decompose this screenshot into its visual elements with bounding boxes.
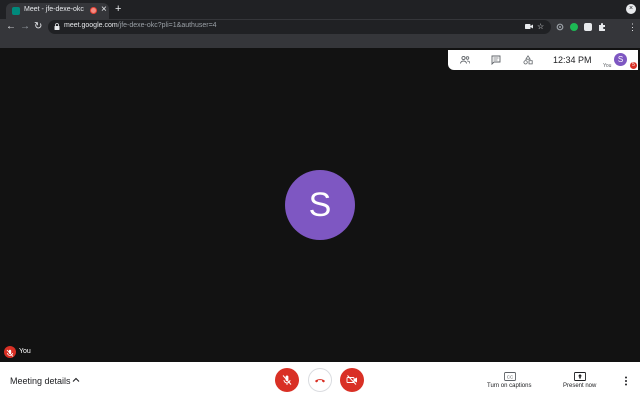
extension-settings-icon[interactable] (556, 23, 564, 31)
meeting-top-bar: 12:34 PM You S 5 (448, 50, 638, 70)
tab-title: Meet - jfe-dexe-okc (24, 6, 84, 13)
meeting-stage: S 12:34 PM You S 5 You (0, 48, 640, 362)
camera-in-use-icon[interactable] (525, 23, 533, 30)
forward-button[interactable]: → (20, 20, 30, 34)
reload-button[interactable]: ↻ (34, 20, 42, 34)
mic-toggle-button[interactable] (275, 368, 299, 392)
new-tab-button[interactable]: + (115, 3, 121, 15)
mic-off-icon (6, 349, 14, 357)
browser-toolbar: ← → ↻ meet.google.com/jfe-dexe-okc?pli=1… (0, 19, 640, 35)
meeting-clock: 12:34 PM (553, 55, 592, 65)
camera-toggle-button[interactable] (340, 368, 364, 392)
chat-icon[interactable] (491, 55, 501, 65)
camera-off-icon (346, 375, 357, 385)
puzzle-icon[interactable] (598, 23, 606, 31)
present-now-button-label[interactable]: Present now (563, 383, 596, 389)
browser-tab-strip: Meet - jfe-dexe-okc × + × (0, 0, 640, 19)
tab-close-icon[interactable]: × (101, 4, 107, 16)
meet-favicon-icon (12, 7, 20, 15)
participant-count-badge: 5 (630, 62, 637, 69)
activities-icon[interactable] (523, 55, 533, 65)
lock-icon (54, 23, 60, 30)
self-avatar[interactable]: S (614, 53, 627, 66)
meeting-details-button[interactable]: Meeting details (10, 376, 71, 386)
browser-tab-meet[interactable]: Meet - jfe-dexe-okc × (6, 3, 109, 19)
chevron-up-icon[interactable] (72, 376, 80, 384)
hang-up-icon (315, 379, 325, 383)
people-icon[interactable] (460, 55, 470, 65)
back-button[interactable]: ← (6, 20, 16, 34)
extension-green-icon[interactable] (570, 23, 578, 31)
mic-off-indicator (4, 346, 16, 358)
extension-white-icon[interactable] (584, 23, 592, 31)
self-label-small: You (603, 63, 612, 69)
leave-call-button[interactable] (308, 368, 332, 392)
recording-indicator-icon (90, 7, 97, 14)
participant-avatar: S (285, 170, 355, 240)
bookmark-star-icon[interactable]: ☆ (537, 22, 544, 32)
more-options-icon[interactable] (624, 376, 628, 386)
svg-text:CC: CC (507, 374, 514, 379)
mic-off-icon (282, 375, 292, 385)
address-bar[interactable]: meet.google.com/jfe-dexe-okc?pli=1&authu… (48, 20, 551, 34)
url-text: meet.google.com/jfe-dexe-okc?pli=1&authu… (64, 22, 217, 29)
window-close-button[interactable]: × (626, 4, 636, 14)
bookmarks-bar (0, 35, 640, 48)
self-name-label: You (19, 348, 31, 355)
present-screen-icon[interactable] (574, 372, 586, 381)
captions-icon[interactable]: CC (504, 372, 516, 381)
meeting-controls-bar: Meeting details CC Turn on captions Pres… (0, 362, 640, 400)
captions-button-label[interactable]: Turn on captions (487, 383, 531, 389)
browser-menu-icon[interactable]: ⋮ (628, 21, 637, 33)
